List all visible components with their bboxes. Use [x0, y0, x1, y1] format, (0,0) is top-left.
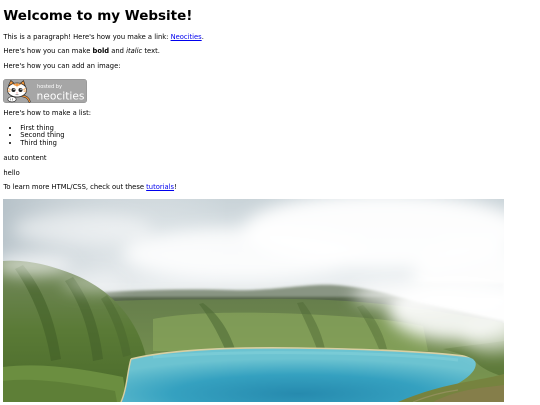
- formatting-paragraph: Here's how you can make bold and italic …: [3, 47, 536, 56]
- list-item: Third thing: [20, 139, 536, 148]
- formatting-text-middle: and: [109, 47, 127, 56]
- tutorials-text-end: !: [174, 183, 177, 192]
- auto-content-paragraph: auto content: [3, 154, 47, 163]
- neocities-badge-image: hosted by neocities: [3, 79, 88, 104]
- link-paragraph-text: This is a paragraph! Here's how you make…: [3, 32, 171, 41]
- link-paragraph: This is a paragraph! Here's how you make…: [3, 32, 536, 42]
- list-item: Second thing: [20, 132, 536, 140]
- example-list: First thing Second thing Third thing: [3, 124, 536, 149]
- tutorials-paragraph: To learn more HTML/CSS, check out these …: [3, 183, 536, 192]
- formatting-text-end: text.: [142, 47, 160, 56]
- hello-paragraph: hello: [3, 168, 20, 177]
- page-title: Welcome to my Website!: [3, 8, 193, 24]
- tutorials-link[interactable]: tutorials: [146, 183, 174, 191]
- list-item: First thing: [20, 124, 536, 133]
- badge-neocities-text: neocities: [37, 90, 85, 103]
- link-paragraph-end: .: [201, 32, 204, 41]
- web-page: Welcome to my Website! This is a paragra…: [0, 0, 540, 405]
- bold-text: bold: [92, 47, 110, 56]
- image-paragraph: Here's how you can add an image:: [3, 62, 121, 71]
- neocities-link[interactable]: Neocities: [171, 33, 202, 41]
- landscape-photo: [3, 199, 505, 403]
- list-paragraph: Here's how to make a list:: [3, 108, 92, 117]
- italic-text: italic: [126, 47, 143, 56]
- tutorials-text: To learn more HTML/CSS, check out these: [3, 183, 147, 192]
- badge-container: hosted by neocities: [3, 78, 536, 104]
- formatting-text-start: Here's how you can make: [3, 47, 93, 56]
